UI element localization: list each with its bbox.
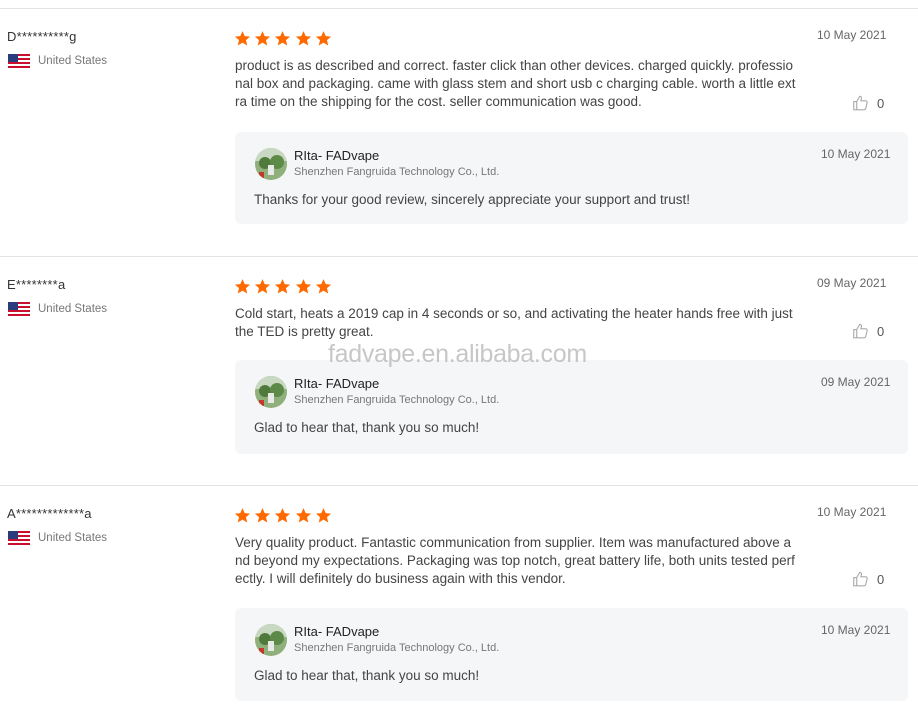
- country-name: United States: [38, 303, 108, 315]
- seller-avatar: [255, 624, 287, 656]
- star-icon: [315, 279, 331, 294]
- reply-date: 10 May 2021: [821, 623, 891, 637]
- reply-text: Glad to hear that, thank you so much!: [254, 668, 480, 683]
- seller-reply: RIta- FADvape Shenzhen Fangruida Technol…: [235, 132, 908, 224]
- seller-name: RIta- FADvape: [294, 376, 380, 391]
- seller-reply: RIta- FADvape Shenzhen Fangruida Technol…: [235, 360, 908, 454]
- seller-name: RIta- FADvape: [294, 624, 380, 639]
- reply-date: 10 May 2021: [821, 147, 891, 161]
- review-text: Very quality product. Fantastic communic…: [235, 535, 795, 586]
- star-rating: [234, 30, 335, 47]
- review-date: 09 May 2021: [817, 276, 887, 290]
- reviewer-country: United States: [8, 54, 107, 68]
- review-date: 10 May 2021: [817, 505, 887, 519]
- star-icon: [275, 31, 291, 46]
- star-rating: [234, 507, 335, 524]
- star-icon: [275, 508, 291, 523]
- like-button[interactable]: 0: [851, 570, 884, 588]
- reviewer-name: D**********g: [7, 29, 77, 44]
- review-item: A*************a United States 10 May 202…: [0, 485, 918, 714]
- thumbs-up-icon[interactable]: [851, 570, 870, 588]
- like-button[interactable]: 0: [851, 322, 884, 340]
- thumbs-up-icon[interactable]: [851, 322, 870, 340]
- us-flag-icon: [8, 302, 30, 316]
- seller-avatar: [255, 376, 287, 408]
- review-item: D**********g United States 10 May 2021 p…: [0, 8, 918, 256]
- review-text: product is as described and correct. fas…: [235, 58, 796, 109]
- star-icon: [234, 279, 251, 294]
- seller-company: Shenzhen Fangruida Technology Co., Ltd.: [294, 394, 500, 406]
- reply-date: 09 May 2021: [821, 375, 891, 389]
- like-count: 0: [877, 571, 885, 587]
- star-icon: [255, 31, 271, 46]
- star-icon: [255, 508, 271, 523]
- reply-text: Thanks for your good review, sincerely a…: [254, 192, 690, 207]
- seller-avatar: [255, 148, 287, 180]
- reviewer-country: United States: [8, 302, 107, 316]
- reviewer-country: United States: [8, 531, 107, 545]
- star-rating: [234, 278, 335, 295]
- reply-text: Glad to hear that, thank you so much!: [254, 420, 480, 435]
- thumbs-up-icon[interactable]: [851, 94, 870, 112]
- star-icon: [234, 508, 251, 523]
- country-name: United States: [38, 532, 108, 544]
- like-button[interactable]: 0: [851, 94, 884, 112]
- seller-reply: RIta- FADvape Shenzhen Fangruida Technol…: [235, 608, 908, 701]
- star-icon: [315, 508, 331, 523]
- seller-name: RIta- FADvape: [294, 148, 380, 163]
- reviewer-name: E********a: [7, 277, 66, 292]
- star-icon: [275, 279, 291, 294]
- star-icon: [295, 508, 311, 523]
- star-icon: [295, 279, 311, 294]
- star-icon: [295, 31, 311, 46]
- seller-company: Shenzhen Fangruida Technology Co., Ltd.: [294, 642, 500, 654]
- country-name: United States: [38, 55, 108, 67]
- reviewer-name: A*************a: [7, 506, 92, 521]
- like-count: 0: [877, 323, 885, 339]
- star-icon: [234, 31, 251, 46]
- star-icon: [315, 31, 331, 46]
- us-flag-icon: [8, 531, 30, 545]
- us-flag-icon: [8, 54, 30, 68]
- star-icon: [255, 279, 271, 294]
- review-text: Cold start, heats a 2019 cap in 4 second…: [235, 306, 793, 339]
- watermark: fadvape.en.alibaba.com: [328, 340, 587, 368]
- review-item: E********a United States 09 May 2021 Col…: [0, 256, 918, 485]
- like-count: 0: [877, 95, 885, 111]
- seller-company: Shenzhen Fangruida Technology Co., Ltd.: [294, 166, 500, 178]
- review-date: 10 May 2021: [817, 28, 887, 42]
